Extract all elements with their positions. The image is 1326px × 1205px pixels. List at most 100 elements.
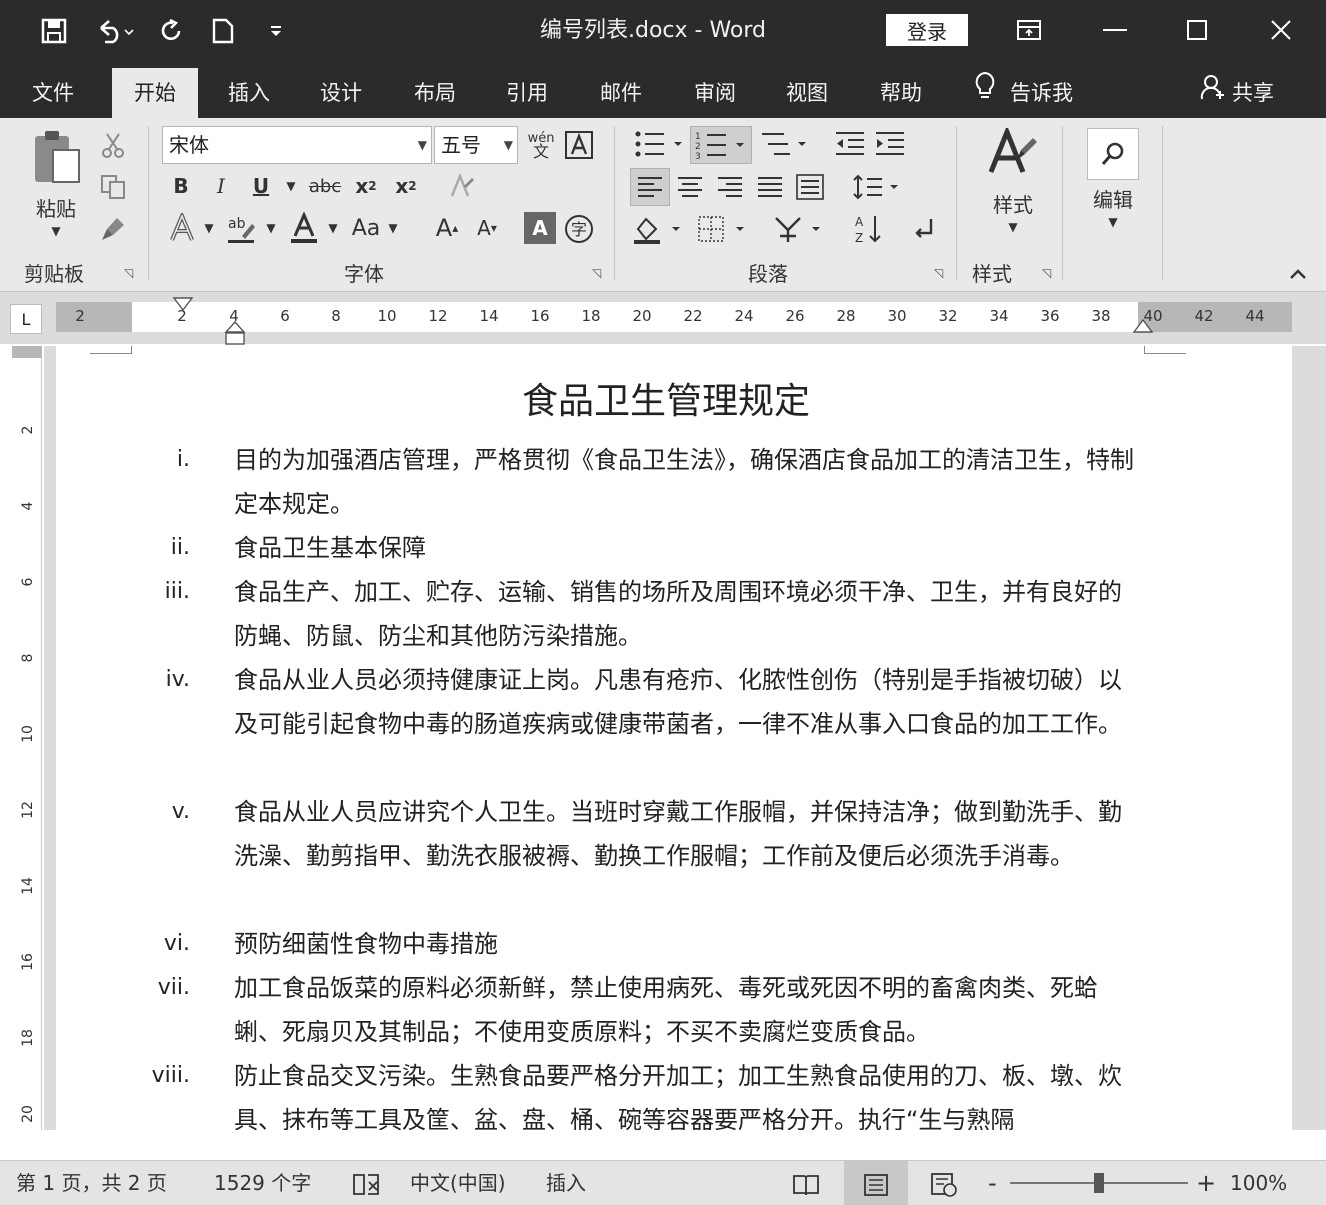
- login-button[interactable]: 登录: [886, 14, 968, 46]
- redo-icon[interactable]: [154, 14, 188, 48]
- multilevel-list-icon[interactable]: [756, 126, 812, 162]
- bold-icon[interactable]: B: [166, 170, 196, 202]
- vertical-ruler[interactable]: 2 4 6 8 10 12 14 16 18 20: [12, 346, 42, 1130]
- strikethrough-icon[interactable]: abc: [306, 170, 344, 202]
- insert-mode[interactable]: 插入: [546, 1161, 586, 1205]
- enclose-characters-icon[interactable]: 字: [562, 212, 596, 246]
- character-shading-icon[interactable]: A: [524, 212, 556, 244]
- zoom-level[interactable]: 100%: [1230, 1161, 1287, 1205]
- proofing-icon[interactable]: [352, 1161, 380, 1205]
- tab-design[interactable]: 设计: [320, 68, 362, 118]
- shrink-font-icon[interactable]: A ▾: [470, 210, 504, 246]
- list-item[interactable]: iii. 食品生产、加工、贮存、运输、销售的场所及周围环境必须干净、卫生，并有良…: [56, 570, 1292, 658]
- align-right-icon[interactable]: [712, 168, 748, 206]
- language-indicator[interactable]: 中文(中国): [410, 1161, 506, 1205]
- tab-selector[interactable]: L: [10, 304, 42, 334]
- tab-file[interactable]: 文件: [32, 68, 74, 118]
- undo-icon[interactable]: [90, 14, 140, 48]
- paragraph-launcher-icon[interactable]: ◹: [934, 266, 943, 280]
- tab-mailings[interactable]: 邮件: [600, 68, 642, 118]
- tab-help[interactable]: 帮助: [880, 68, 922, 118]
- share-button[interactable]: 共享: [1200, 70, 1274, 116]
- list-item[interactable]: iv. 食品从业人员必须持健康证上岗。凡患有疮疖、化脓性创伤（特别是手指被切破）…: [56, 658, 1292, 790]
- collapse-ribbon-icon[interactable]: [1284, 262, 1312, 286]
- zoom-slider-thumb[interactable]: [1094, 1173, 1104, 1193]
- styles-button[interactable]: 样式 ▼: [980, 125, 1046, 234]
- borders-icon[interactable]: [694, 210, 750, 248]
- text-effects-icon[interactable]: [166, 210, 198, 246]
- styles-launcher-icon[interactable]: ◹: [1042, 266, 1051, 280]
- tab-references[interactable]: 引用: [506, 68, 548, 118]
- font-color-icon[interactable]: [286, 210, 322, 246]
- phonetic-guide-icon[interactable]: wén 文: [524, 126, 558, 164]
- list-item[interactable]: vi. 预防细菌性食物中毒措施: [56, 922, 1292, 966]
- italic-icon[interactable]: I: [206, 170, 236, 202]
- chevron-down-icon[interactable]: ▼: [200, 210, 218, 246]
- minimize-icon[interactable]: [1090, 12, 1140, 48]
- line-spacing-icon[interactable]: [850, 168, 904, 206]
- clipboard-launcher-icon[interactable]: ◹: [124, 266, 133, 280]
- format-painter-icon[interactable]: [96, 212, 130, 246]
- word-count[interactable]: 1529 个字: [214, 1161, 311, 1205]
- document-heading[interactable]: 食品卫生管理规定: [56, 372, 1276, 424]
- font-size-combo[interactable]: 五号 ▼: [434, 126, 518, 164]
- save-icon[interactable]: [36, 14, 72, 48]
- paste-dropdown-icon[interactable]: ▼: [51, 224, 60, 238]
- right-indent-marker[interactable]: [1132, 318, 1154, 338]
- new-doc-icon[interactable]: [206, 14, 240, 48]
- chevron-down-icon[interactable]: ▼: [262, 210, 280, 246]
- align-center-icon[interactable]: [672, 168, 708, 206]
- clear-formatting-icon[interactable]: [444, 170, 478, 202]
- tell-me-search[interactable]: 告诉我: [974, 70, 1073, 116]
- copy-icon[interactable]: [96, 170, 130, 204]
- subscript-icon[interactable]: x2: [350, 170, 382, 202]
- print-layout-icon[interactable]: [844, 1161, 908, 1205]
- chevron-down-icon[interactable]: ▼: [324, 210, 342, 246]
- increase-indent-icon[interactable]: [872, 126, 908, 162]
- zoom-in-button[interactable]: +: [1196, 1161, 1216, 1205]
- ribbon-display-icon[interactable]: [1004, 12, 1054, 48]
- chevron-down-icon[interactable]: ▼: [280, 170, 302, 202]
- decrease-indent-icon[interactable]: [832, 126, 868, 162]
- paste-button[interactable]: 粘贴 ▼: [26, 128, 86, 238]
- read-mode-icon[interactable]: [792, 1161, 820, 1205]
- tab-home[interactable]: 开始: [112, 68, 198, 118]
- page-count[interactable]: 第 1 页，共 2 页: [16, 1161, 167, 1205]
- zoom-out-button[interactable]: -: [988, 1161, 997, 1205]
- change-case-icon[interactable]: Aa: [348, 210, 384, 246]
- show-formatting-icon[interactable]: [906, 210, 942, 248]
- list-item[interactable]: v. 食品从业人员应讲究个人卫生。当班时穿戴工作服帽，并保持洁净；做到勤洗手、勤…: [56, 790, 1292, 922]
- underline-icon[interactable]: U: [246, 170, 276, 202]
- numbering-icon[interactable]: 123: [690, 126, 752, 164]
- tab-layout[interactable]: 布局: [414, 68, 456, 118]
- superscript-icon[interactable]: x2: [390, 170, 422, 202]
- chinese-layout-icon[interactable]: [770, 210, 826, 248]
- list-item[interactable]: viii. 防止食品交叉污染。生熟食品要严格分开加工；加工生熟食品使用的刀、板、…: [56, 1054, 1292, 1130]
- web-layout-icon[interactable]: [930, 1161, 958, 1205]
- grow-font-icon[interactable]: A ▴: [430, 210, 464, 246]
- document-page[interactable]: 食品卫生管理规定 i. 目的为加强酒店管理，严格贯彻《食品卫生法》，确保酒店食品…: [56, 346, 1292, 1130]
- font-name-combo[interactable]: 宋体 ▼: [162, 126, 432, 164]
- close-icon[interactable]: [1256, 12, 1306, 48]
- distributed-icon[interactable]: [792, 168, 828, 206]
- cut-icon[interactable]: [96, 128, 130, 162]
- tab-view[interactable]: 视图: [786, 68, 828, 118]
- shading-icon[interactable]: [630, 210, 686, 248]
- list-item[interactable]: i. 目的为加强酒店管理，严格贯彻《食品卫生法》，确保酒店食品加工的清洁卫生，特…: [56, 438, 1292, 526]
- editing-button[interactable]: 编辑 ▼: [1084, 128, 1142, 229]
- justify-icon[interactable]: [752, 168, 788, 206]
- sort-icon[interactable]: AZ: [850, 210, 886, 248]
- highlight-icon[interactable]: ab: [224, 210, 260, 246]
- customize-icon[interactable]: [262, 14, 290, 48]
- bullets-icon[interactable]: [630, 126, 688, 162]
- tab-insert[interactable]: 插入: [228, 68, 270, 118]
- list-item[interactable]: vii. 加工食品饭菜的原料必须新鲜，禁止使用病死、毒死或死因不明的畜禽肉类、死…: [56, 966, 1292, 1054]
- align-left-icon[interactable]: [630, 168, 670, 206]
- tab-review[interactable]: 审阅: [694, 68, 736, 118]
- character-border-icon[interactable]: [562, 128, 596, 162]
- font-launcher-icon[interactable]: ◹: [592, 266, 601, 280]
- first-line-indent-marker[interactable]: [172, 296, 194, 316]
- list-item[interactable]: ii. 食品卫生基本保障: [56, 526, 1292, 570]
- maximize-icon[interactable]: [1172, 12, 1222, 48]
- chevron-down-icon[interactable]: ▼: [384, 210, 402, 246]
